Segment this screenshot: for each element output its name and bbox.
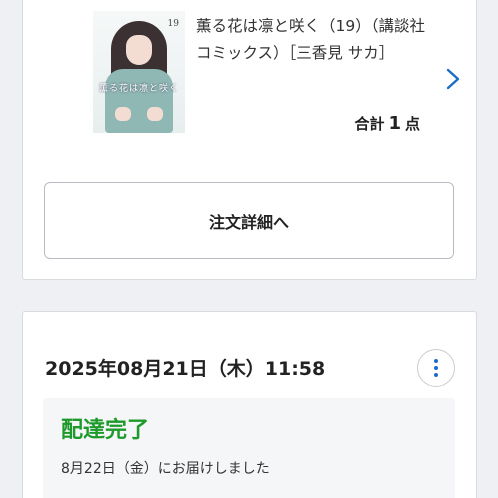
order-detail-button[interactable]: 注文詳細へ — [44, 182, 454, 259]
cover-figure-hand-right — [147, 107, 163, 121]
cover-figure-face — [126, 35, 152, 65]
chevron-right-icon[interactable] — [443, 67, 463, 91]
delivery-status-label: 配達完了 — [61, 418, 150, 443]
order-datetime: 2025年08月21日（木）11:58 — [45, 358, 326, 380]
order-status-card: 2025年08月21日（木）11:58 配達完了 8月22日（金）にお届けしまし… — [22, 311, 477, 498]
more-vertical-icon — [434, 359, 438, 363]
product-title[interactable]: 薫る花は凛と咲く（19）（講談社コミックス）［三香見 サカ］ — [196, 13, 431, 67]
cover-figure-body — [105, 69, 173, 133]
delivery-note: 8月22日（金）にお届けしました — [61, 461, 270, 477]
cover-figure-hand-left — [115, 107, 131, 121]
delivery-status-panel: 配達完了 8月22日（金）にお届けしました — [43, 398, 455, 498]
cover-title-logo: 薫る花は凛と咲く — [99, 84, 180, 94]
total-label: 合計 — [354, 115, 385, 133]
book-cover-image[interactable]: 19 薫る花は凛と咲く — [93, 11, 185, 133]
total-unit: 点 — [404, 115, 420, 133]
more-options-button[interactable] — [417, 349, 455, 387]
cover-volume-number: 19 — [167, 19, 179, 29]
order-item-card: 19 薫る花は凛と咲く 薫る花は凛と咲く（19）（講談社コミックス）［三香見 サ… — [22, 0, 477, 280]
total-count: 1 — [388, 113, 401, 134]
item-total: 合計 1 点 — [354, 113, 420, 134]
